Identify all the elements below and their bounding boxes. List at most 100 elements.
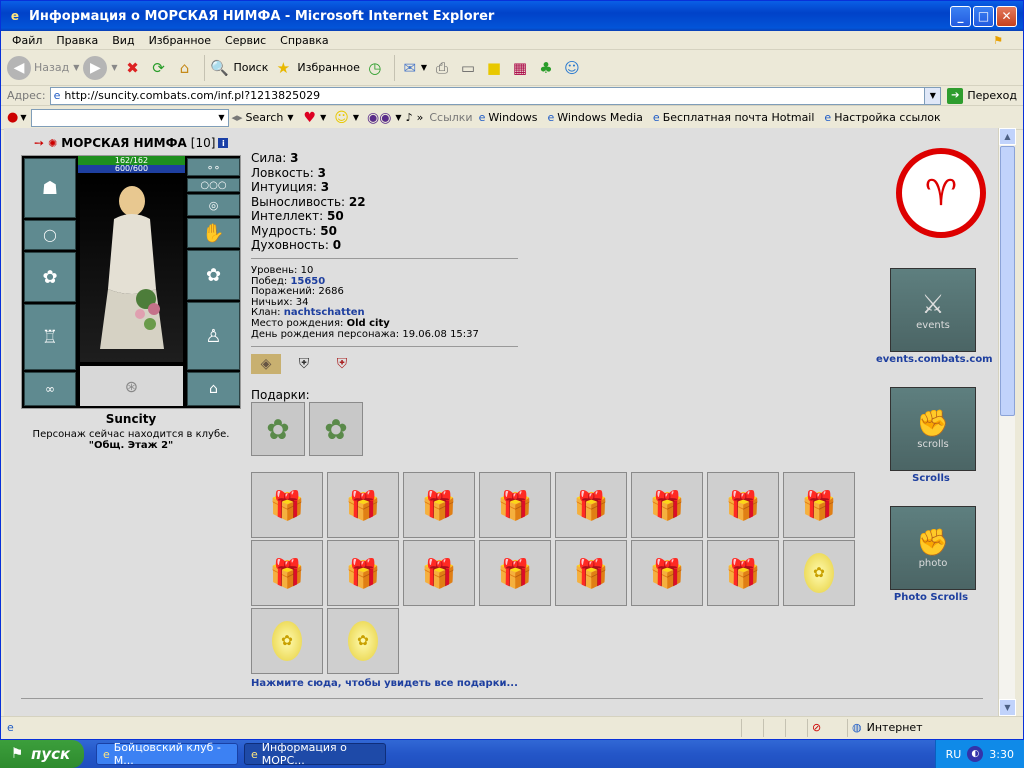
weapon-slot[interactable]: ✿ xyxy=(24,252,76,302)
gift-box[interactable]: 🎁 xyxy=(555,472,627,538)
refresh-button[interactable]: ⟳ xyxy=(148,57,170,79)
necklace-slot[interactable]: ◯ xyxy=(24,220,76,250)
eyes-icon[interactable]: ◉◉ xyxy=(367,110,391,126)
gift-box[interactable]: 🎁 xyxy=(479,540,551,606)
menu-favorites[interactable]: Избранное xyxy=(142,34,218,47)
close-button[interactable]: ✕ xyxy=(996,5,1017,27)
messenger-button[interactable]: ☺ xyxy=(561,57,583,79)
address-dropdown-icon[interactable]: ▼ xyxy=(925,86,942,105)
addon-dropdown-icon[interactable]: ▼ xyxy=(20,113,26,122)
ring-slots[interactable]: ○○○ xyxy=(187,178,240,192)
history-button[interactable]: ◷ xyxy=(364,57,386,79)
smiley-icon[interactable]: ☺ xyxy=(334,110,349,126)
research-button[interactable]: ▦ xyxy=(509,57,531,79)
menu-view[interactable]: Вид xyxy=(105,34,141,47)
gift-egg[interactable]: ✿ xyxy=(783,540,855,606)
stop-button[interactable]: ✖ xyxy=(122,57,144,79)
back-button[interactable]: ◀ Назад ▼ xyxy=(7,55,79,80)
gift-box[interactable]: 🎁 xyxy=(403,540,475,606)
heart-icon[interactable]: ♥ xyxy=(304,110,317,126)
armor-slot[interactable]: ♖ xyxy=(24,304,76,370)
scrolls-banner[interactable]: ✊ scrolls xyxy=(890,387,976,471)
link-windows-media[interactable]: e Windows Media xyxy=(547,111,642,124)
scrolls-link[interactable]: Scrolls xyxy=(876,473,986,484)
link-customize[interactable]: e Настройка ссылок xyxy=(824,111,940,124)
wins-link[interactable]: 15650 xyxy=(290,276,325,287)
menu-tools[interactable]: Сервис xyxy=(218,34,273,47)
links-search-dropdown-icon[interactable]: ▼ xyxy=(287,113,293,122)
clover-button[interactable]: ♣ xyxy=(535,57,557,79)
music-icon[interactable]: ♪ xyxy=(406,111,413,124)
maximize-button[interactable]: □ xyxy=(973,5,994,27)
gift-box[interactable]: 🎁 xyxy=(631,540,703,606)
gift-box[interactable]: 🎁 xyxy=(631,472,703,538)
edit-button[interactable]: ▭ xyxy=(457,57,479,79)
print-button[interactable]: ⎙ xyxy=(431,57,453,79)
gift-box[interactable]: 🎁 xyxy=(403,472,475,538)
discuss-button[interactable]: ■ xyxy=(483,57,505,79)
ram-logo-icon[interactable]: ♈ xyxy=(896,148,986,238)
photo-scrolls-link[interactable]: Photo Scrolls xyxy=(876,592,986,603)
heart-dropdown-icon[interactable]: ▼ xyxy=(320,113,326,122)
address-input[interactable]: e http://suncity.combats.com/inf.pl?1213… xyxy=(49,86,926,105)
minimize-button[interactable]: _ xyxy=(950,5,971,27)
gift-box[interactable]: 🎁 xyxy=(327,540,399,606)
gift-box[interactable]: 🎁 xyxy=(479,472,551,538)
links-search-input[interactable]: ▼ xyxy=(30,108,229,127)
forward-dropdown-icon[interactable]: ▼ xyxy=(111,63,117,72)
menu-file[interactable]: Файл xyxy=(5,34,49,47)
home-button[interactable]: ⌂ xyxy=(174,57,196,79)
photo-banner[interactable]: ✊ photo xyxy=(890,506,976,590)
addon-logo-icon[interactable]: ● xyxy=(7,110,18,125)
boots-slot[interactable]: ⌂ xyxy=(187,372,240,406)
more-chevron-icon[interactable]: » xyxy=(417,111,424,124)
gift-box[interactable]: 🎁 xyxy=(251,472,323,538)
gift-box[interactable]: 🎁 xyxy=(707,540,779,606)
scroll-up-icon[interactable]: ▲ xyxy=(999,128,1016,145)
network-icon[interactable]: ◐ xyxy=(967,746,984,762)
language-indicator[interactable]: RU xyxy=(946,748,962,761)
gift-box[interactable]: 🎁 xyxy=(251,540,323,606)
favorites-button[interactable]: ★ Избранное xyxy=(272,57,360,79)
back-dropdown-icon[interactable]: ▼ xyxy=(73,63,79,72)
clock[interactable]: 3:30 xyxy=(989,748,1014,761)
dress-slot[interactable]: ♙ xyxy=(187,302,240,370)
belt-slot[interactable]: ∞ xyxy=(24,372,76,406)
gift-box[interactable]: 🎁 xyxy=(555,540,627,606)
scroll-down-icon[interactable]: ▼ xyxy=(999,699,1016,716)
gift-bouquet[interactable]: ✿ xyxy=(251,402,305,456)
forward-button[interactable]: ▶ ▼ xyxy=(83,55,118,80)
events-banner[interactable]: ⚔ events xyxy=(890,268,976,352)
medal-icon[interactable]: ◈ xyxy=(251,354,281,374)
link-hotmail[interactable]: e Бесплатная почта Hotmail xyxy=(653,111,815,124)
mail-button[interactable]: ✉ ▼ xyxy=(399,57,427,79)
gloves-slot[interactable]: ✋ xyxy=(187,218,240,248)
task-button[interactable]: e Бойцовский клуб - М... xyxy=(96,741,238,767)
start-button[interactable]: ⚑ пуск xyxy=(0,740,84,768)
task-button-active[interactable]: e Информация о МОРС... xyxy=(244,741,386,767)
gift-bouquet[interactable]: ✿ xyxy=(309,402,363,456)
bracelet-slot[interactable]: ◎ xyxy=(187,194,240,216)
go-button[interactable]: ➔ Переход xyxy=(947,87,1017,104)
events-link[interactable]: events.combats.com xyxy=(876,354,993,365)
helmet-slot[interactable]: ☗ xyxy=(24,158,76,218)
eyes-dropdown-icon[interactable]: ▼ xyxy=(395,113,401,122)
crest-icon[interactable]: ⛨ xyxy=(289,354,319,374)
menu-help[interactable]: Справка xyxy=(273,34,335,47)
gift-box[interactable]: 🎁 xyxy=(327,472,399,538)
vertical-scrollbar[interactable]: ▲ ▼ xyxy=(998,128,1016,716)
search-button[interactable]: 🔍 Поиск xyxy=(209,57,268,79)
shield-slot[interactable]: ✿ xyxy=(187,250,240,300)
gift-box[interactable]: 🎁 xyxy=(783,472,855,538)
smiley-dropdown-icon[interactable]: ▼ xyxy=(353,113,359,122)
gift-egg[interactable]: ✿ xyxy=(327,608,399,674)
scroll-thumb[interactable] xyxy=(1000,146,1015,416)
privacy-icon[interactable]: ⊘ xyxy=(807,718,847,737)
menu-edit[interactable]: Правка xyxy=(49,34,105,47)
info-icon[interactable]: i xyxy=(218,138,229,148)
gift-box[interactable]: 🎁 xyxy=(707,472,779,538)
shield-icon[interactable]: ⛨ xyxy=(327,354,357,374)
clan-link[interactable]: nachtschatten xyxy=(284,307,365,319)
link-windows[interactable]: e Windows xyxy=(479,111,538,124)
links-search-button[interactable]: Search xyxy=(246,111,284,124)
